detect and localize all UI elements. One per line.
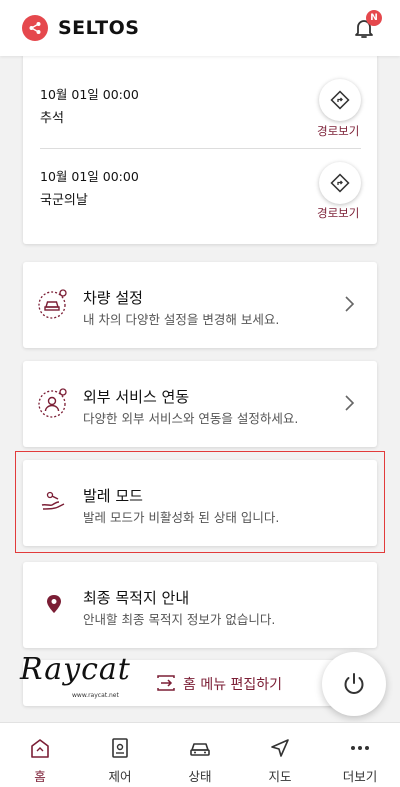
remote-control-icon [112, 738, 128, 758]
route-button[interactable] [319, 79, 361, 121]
app-title: SELTOS [58, 17, 140, 39]
tab-label: 제어 [108, 769, 132, 784]
edit-label: 홈 메뉴 편집하기 [183, 677, 283, 693]
event-date: 10월 01일 00:00 [40, 169, 139, 184]
car-settings-icon [38, 289, 67, 319]
event-item: 10월 01일 00:00 국군의날 [40, 166, 361, 208]
home-icon [31, 739, 49, 758]
route-icon [330, 90, 350, 110]
app-header: SELTOS N [0, 0, 400, 56]
tab-control[interactable]: 제어 [80, 723, 160, 787]
event-name: 국군의날 [40, 193, 88, 208]
divider [40, 148, 361, 149]
watermark-url: www.raycat.net [72, 692, 119, 699]
events-card: 10월 01일 00:00 추석 경로보기 10월 01일 00:00 국군의날… [23, 44, 377, 244]
watermark-text: Raycat [20, 652, 131, 687]
watermark: Raycat www.raycat.net [20, 652, 130, 702]
chevron-right-icon [345, 296, 355, 312]
tab-more[interactable]: 더보기 [320, 723, 400, 787]
route-icon [330, 173, 350, 193]
more-dots-icon [351, 746, 369, 750]
power-icon [344, 673, 364, 694]
notification-badge: N [366, 10, 382, 26]
tab-label: 홈 [34, 769, 46, 784]
event-item: 10월 01일 00:00 추석 [40, 84, 361, 126]
edit-icon [157, 675, 175, 691]
route-button[interactable] [319, 162, 361, 204]
event-date: 10월 01일 00:00 [40, 87, 139, 102]
final-destination-card[interactable]: 최종 목적지 안내 안내할 최종 목적지 정보가 없습니다. [23, 562, 377, 648]
menu-desc: 안내할 최종 목적지 정보가 없습니다. [83, 612, 276, 627]
navigation-arrow-icon [271, 739, 289, 757]
tab-label: 지도 [268, 769, 292, 784]
share-button[interactable] [22, 15, 48, 41]
menu-title: 차량 설정 [83, 289, 143, 307]
menu-title: 외부 서비스 연동 [83, 388, 190, 406]
tab-label: 상태 [188, 769, 212, 784]
external-services-card[interactable]: 외부 서비스 연동 다양한 외부 서비스와 연동을 설정하세요. [23, 361, 377, 447]
route-link[interactable]: 경로보기 [317, 123, 359, 139]
menu-desc: 다양한 외부 서비스와 연동을 설정하세요. [83, 411, 299, 426]
vehicle-settings-card[interactable]: 차량 설정 내 차의 다양한 설정을 변경해 보세요. [23, 262, 377, 348]
tab-label: 더보기 [342, 769, 378, 784]
chevron-right-icon [345, 395, 355, 411]
share-icon [29, 22, 41, 34]
menu-title: 최종 목적지 안내 [83, 589, 190, 607]
tab-home[interactable]: 홈 [0, 723, 80, 787]
user-settings-icon [38, 388, 67, 418]
power-button[interactable] [322, 652, 386, 716]
car-icon [190, 743, 210, 756]
notification-button[interactable]: N [352, 10, 382, 40]
location-pin-icon [47, 595, 61, 613]
highlight-frame [15, 451, 385, 553]
tab-map[interactable]: 지도 [240, 723, 320, 787]
menu-desc: 내 차의 다양한 설정을 변경해 보세요. [83, 312, 280, 327]
event-name: 추석 [40, 111, 64, 126]
route-link[interactable]: 경로보기 [317, 205, 359, 221]
bottom-tab-bar: 홈 제어 상태 지도 더보기 [0, 722, 400, 787]
tab-status[interactable]: 상태 [160, 723, 240, 787]
